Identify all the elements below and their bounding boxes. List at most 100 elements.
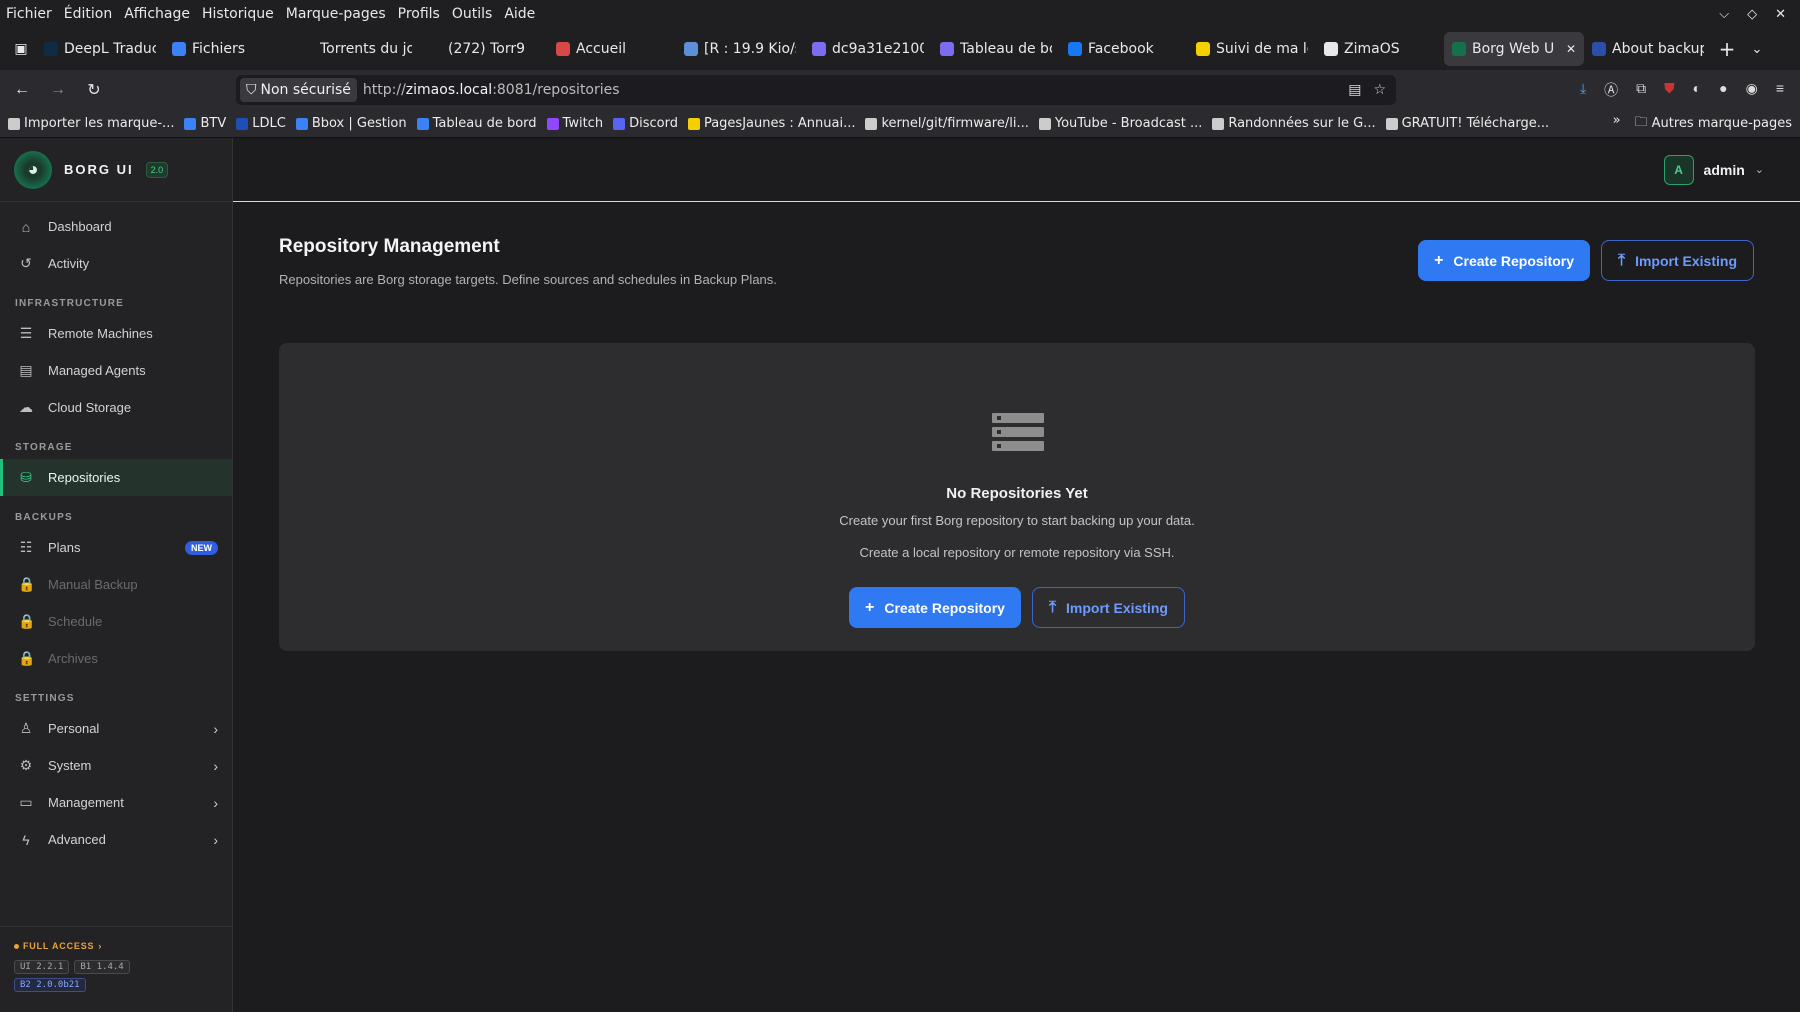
url-host: zimaos.local bbox=[405, 82, 493, 98]
sidebar-item-activity[interactable]: ↺ Activity bbox=[0, 245, 232, 282]
bookmark-item[interactable]: PagesJaunes : Annuai... bbox=[687, 116, 855, 131]
menu-item[interactable]: Marque-pages bbox=[286, 6, 386, 22]
empty-create-repository-button[interactable]: + Create Repository bbox=[849, 587, 1021, 628]
ublock-icon[interactable]: ⛊ bbox=[1664, 80, 1675, 100]
create-repository-button[interactable]: + Create Repository bbox=[1418, 240, 1591, 281]
sidebar-item-plans[interactable]: ☷ Plans NEW bbox=[0, 529, 232, 566]
tab-menu-chevron-icon[interactable]: ⌄ bbox=[1742, 42, 1772, 57]
menu-item[interactable]: Historique bbox=[202, 6, 274, 22]
tab-list-icon[interactable]: ▣ bbox=[6, 41, 36, 57]
user-name[interactable]: admin bbox=[1704, 162, 1745, 178]
sidebar-item-dashboard[interactable]: ⌂ Dashboard bbox=[0, 208, 232, 245]
account-icon[interactable]: Ⓐ bbox=[1604, 80, 1618, 100]
import-existing-button[interactable]: ⤒ Import Existing bbox=[1601, 240, 1754, 281]
tab-title: Torrents du jo bbox=[320, 41, 412, 57]
browser-tab[interactable]: Accueil bbox=[548, 32, 676, 66]
sidebar-item-advanced[interactable]: ϟ Advanced › bbox=[0, 821, 232, 858]
bookmark-item[interactable]: Importer les marque-... bbox=[8, 116, 174, 131]
tab-bar: ▣ DeepL Traduct Fichiers Torrents du jo (27… bbox=[0, 28, 1800, 70]
sidebar-item-personal[interactable]: ♙ Personal › bbox=[0, 710, 232, 747]
sidebar-item-cloud-storage[interactable]: ☁ Cloud Storage bbox=[0, 389, 232, 426]
extensions-icon[interactable]: ⧉ bbox=[1636, 80, 1646, 100]
menu-item[interactable]: Aide bbox=[504, 6, 535, 22]
other-bookmarks[interactable]: 🗀 Autres marque-pages bbox=[1635, 113, 1792, 135]
sidebar-item-system[interactable]: ⚙ System › bbox=[0, 747, 232, 784]
bookmark-item[interactable]: Tableau de bord bbox=[416, 116, 537, 131]
menu-item[interactable]: Profils bbox=[398, 6, 440, 22]
extension-icon[interactable]: ◐ bbox=[1693, 80, 1701, 100]
browser-tab[interactable]: (272) Torr9 bbox=[420, 32, 548, 66]
tab-title: Tableau de bo bbox=[960, 41, 1052, 57]
browser-tab[interactable]: Borg Web U ✕ bbox=[1444, 32, 1584, 66]
brand[interactable]: ◕ BORG UI 2.0 bbox=[0, 138, 232, 202]
browser-tab[interactable]: [R : 19.9 Kio/s, bbox=[676, 32, 804, 66]
window-controls: ⌵ ◇ ✕ bbox=[1719, 7, 1794, 22]
empty-state-actions: + Create Repository ⤒ Import Existing bbox=[279, 587, 1755, 628]
minimize-icon[interactable]: ⌵ bbox=[1719, 7, 1729, 22]
sidebar-item-repositories[interactable]: ⛁ Repositories bbox=[0, 459, 232, 496]
menu-item[interactable]: Outils bbox=[452, 6, 492, 22]
url-text[interactable]: http://zimaos.local:8081/repositories bbox=[363, 82, 620, 98]
bookmark-favicon-icon bbox=[416, 117, 429, 130]
empty-state-card: No Repositories Yet Create your first Bo… bbox=[279, 343, 1755, 651]
hamburger-menu-icon[interactable]: ≡ bbox=[1776, 80, 1784, 100]
menu-item[interactable]: Édition bbox=[64, 6, 112, 22]
download-icon[interactable]: ⤓ bbox=[1580, 80, 1586, 100]
access-level[interactable]: FULL ACCESS › bbox=[14, 941, 232, 951]
ui-version: UI 2.2.1 bbox=[14, 960, 70, 974]
access-label: FULL ACCESS bbox=[23, 941, 95, 951]
browser-tab[interactable]: Fichiers bbox=[164, 32, 292, 66]
sidebar-section-label: BACKUPS bbox=[15, 512, 73, 523]
bookmark-item[interactable]: kernel/git/firmware/li... bbox=[865, 116, 1029, 131]
bookmark-item[interactable]: Bbox | Gestion bbox=[295, 116, 407, 131]
bookmark-item[interactable]: Randonnées sur le G... bbox=[1212, 116, 1376, 131]
sidebar-nav: ⌂ Dashboard ↺ Activity INFRASTRUCTURE ☰ Remote… bbox=[0, 202, 232, 858]
bookmark-item[interactable]: Discord bbox=[613, 116, 678, 131]
close-icon[interactable]: ✕ bbox=[1775, 7, 1786, 22]
reader-mode-icon[interactable]: ▤ bbox=[1348, 82, 1361, 98]
bookmark-star-icon[interactable]: ☆ bbox=[1373, 82, 1386, 98]
reload-icon[interactable]: ↻ bbox=[80, 80, 108, 100]
brand-name: BORG UI bbox=[64, 162, 134, 177]
bookmark-item[interactable]: BTV bbox=[184, 116, 226, 131]
chevron-down-icon[interactable]: ⌄ bbox=[1755, 163, 1764, 176]
menu-item[interactable]: Affichage bbox=[124, 6, 190, 22]
sidebar-item-label: Plans bbox=[48, 540, 81, 555]
sidebar-item-managed-agents[interactable]: ▤ Managed Agents bbox=[0, 352, 232, 389]
avatar[interactable]: A bbox=[1663, 154, 1694, 185]
security-label: Non sécurisé bbox=[260, 82, 351, 98]
browser-tab[interactable]: Suivi de ma let bbox=[1188, 32, 1316, 66]
tab-title: [R : 19.9 Kio/s, bbox=[704, 41, 796, 57]
sidebar-item-label: Archives bbox=[48, 651, 98, 666]
profile-icon[interactable]: ◉ bbox=[1746, 80, 1758, 100]
browser-tab[interactable]: Tableau de bo bbox=[932, 32, 1060, 66]
top-bar: A admin ⌄ bbox=[233, 138, 1800, 202]
sidebar-item-management[interactable]: ▭ Management › bbox=[0, 784, 232, 821]
bookmark-item[interactable]: Twitch bbox=[546, 116, 603, 131]
browser-tab[interactable]: ZimaOS bbox=[1316, 32, 1444, 66]
tab-title: Borg Web U bbox=[1472, 41, 1555, 57]
menu-item[interactable]: Fichier bbox=[6, 6, 52, 22]
bookmark-item[interactable]: LDLC bbox=[236, 116, 286, 131]
tab-close-icon[interactable]: ✕ bbox=[1566, 42, 1576, 56]
browser-tab[interactable]: dc9a31e21002 bbox=[804, 32, 932, 66]
back-icon[interactable]: ← bbox=[8, 81, 36, 99]
forward-icon[interactable]: → bbox=[44, 81, 72, 99]
version-chips-2: B2 2.0.0b21 bbox=[14, 978, 232, 992]
chevrons-right-icon[interactable]: » bbox=[1613, 113, 1621, 135]
sidebar-item-remote-machines[interactable]: ☰ Remote Machines bbox=[0, 315, 232, 352]
sidebar-item-label: Schedule bbox=[48, 614, 103, 629]
url-path: :8081/repositories bbox=[492, 82, 620, 98]
browser-tab[interactable]: Facebook bbox=[1060, 32, 1188, 66]
restore-icon[interactable]: ◇ bbox=[1747, 7, 1757, 22]
bookmark-item[interactable]: YouTube - Broadcast ... bbox=[1038, 116, 1202, 131]
security-indicator[interactable]: ⛉ Non sécurisé bbox=[240, 78, 357, 102]
browser-tab[interactable]: Torrents du jo bbox=[292, 32, 420, 66]
url-bar[interactable]: ⛉ Non sécurisé http://zimaos.local:8081/… bbox=[236, 75, 1396, 105]
browser-tab[interactable]: About backup: bbox=[1584, 32, 1712, 66]
new-tab-icon[interactable]: + bbox=[1712, 37, 1742, 61]
bookmark-item[interactable]: GRATUIT! Télécharge... bbox=[1385, 116, 1549, 131]
extension-dot-icon[interactable]: ● bbox=[1719, 80, 1727, 100]
browser-tab[interactable]: DeepL Traduct bbox=[36, 32, 164, 66]
empty-import-existing-button[interactable]: ⤒ Import Existing bbox=[1031, 587, 1185, 628]
